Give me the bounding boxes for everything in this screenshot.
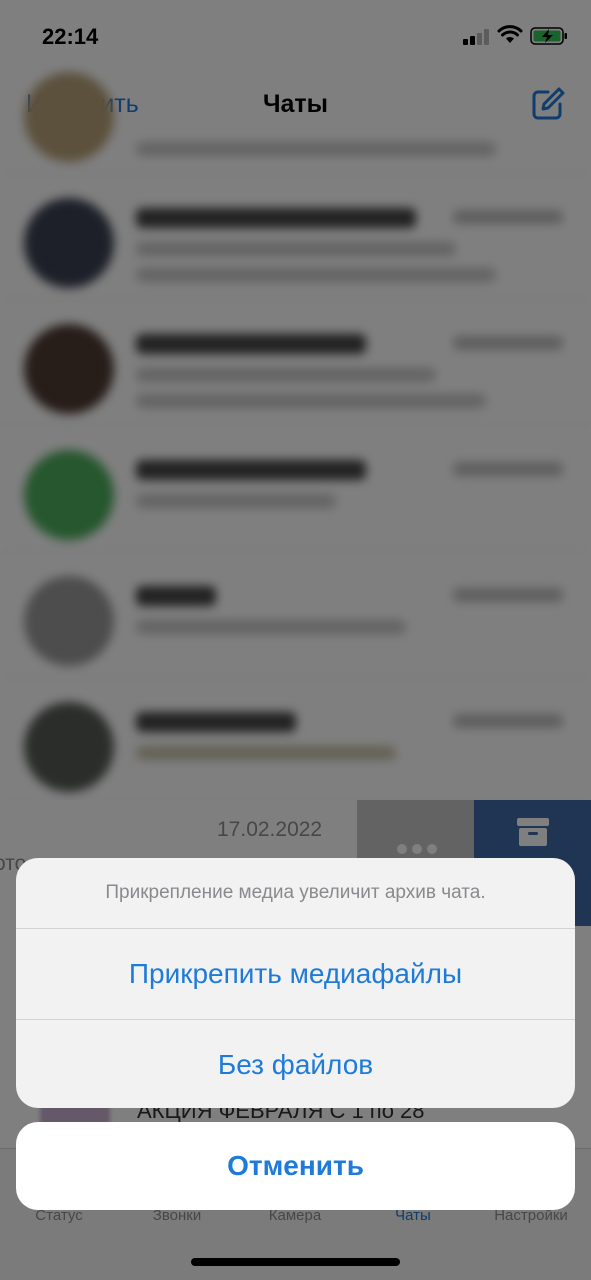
cancel-button[interactable]: Отменить [16,1122,575,1210]
home-indicator[interactable] [191,1258,400,1266]
action-sheet: Прикрепление медиа увеличит архив чата. … [16,858,575,1108]
attach-media-button[interactable]: Прикрепить медиафайлы [16,929,575,1020]
action-sheet-message: Прикрепление медиа увеличит архив чата. [16,858,575,929]
chats-screen: 22:14 Изменить Чаты [0,0,591,1280]
without-files-button[interactable]: Без файлов [16,1020,575,1108]
